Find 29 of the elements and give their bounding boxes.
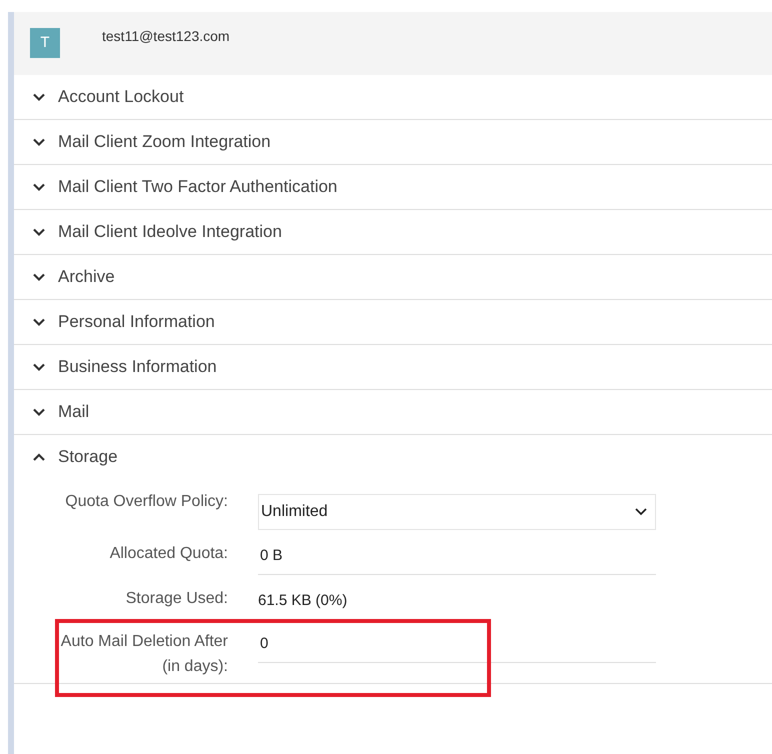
field-value: 61.5 KB (0%) (258, 590, 348, 610)
section-header[interactable]: Account Lockout (14, 75, 772, 119)
section-header[interactable]: Storage (14, 435, 772, 479)
section-header[interactable]: Personal Information (14, 300, 772, 344)
field-label: Auto Mail Deletion After (in days): (60, 632, 228, 677)
chevron-down-icon (32, 362, 46, 372)
avatar: T (30, 28, 60, 58)
chevron-down-icon (32, 317, 46, 327)
input-field[interactable]: 0 B (258, 540, 656, 574)
section-header[interactable]: Mail Client Ideolve Integration (14, 210, 772, 254)
input-field[interactable]: 0 (258, 628, 656, 662)
field-label: Storage Used: (124, 588, 228, 608)
caret-icon (635, 508, 647, 516)
section-header[interactable]: Mail (14, 390, 772, 434)
chevron-down-icon (32, 182, 46, 192)
chevron-down-icon (32, 137, 46, 147)
section-header[interactable]: Archive (14, 255, 772, 299)
field-label: Allocated Quota: (108, 544, 228, 564)
dropdown[interactable]: Unlimited (258, 494, 656, 530)
account-email: test11@test123.com (102, 27, 230, 46)
field-label: Quota Overflow Policy: (64, 492, 228, 512)
chevron-down-icon (32, 272, 46, 282)
chevron-down-icon (32, 227, 46, 237)
section-header[interactable]: Mail Client Two Factor Authentication (14, 165, 772, 209)
chevron-down-icon (32, 407, 46, 417)
section-header[interactable]: Business Information (14, 345, 772, 389)
chevron-down-icon (32, 92, 46, 102)
section-header[interactable]: Mail Client Zoom Integration (14, 120, 772, 164)
chevron-up-icon (32, 452, 46, 462)
